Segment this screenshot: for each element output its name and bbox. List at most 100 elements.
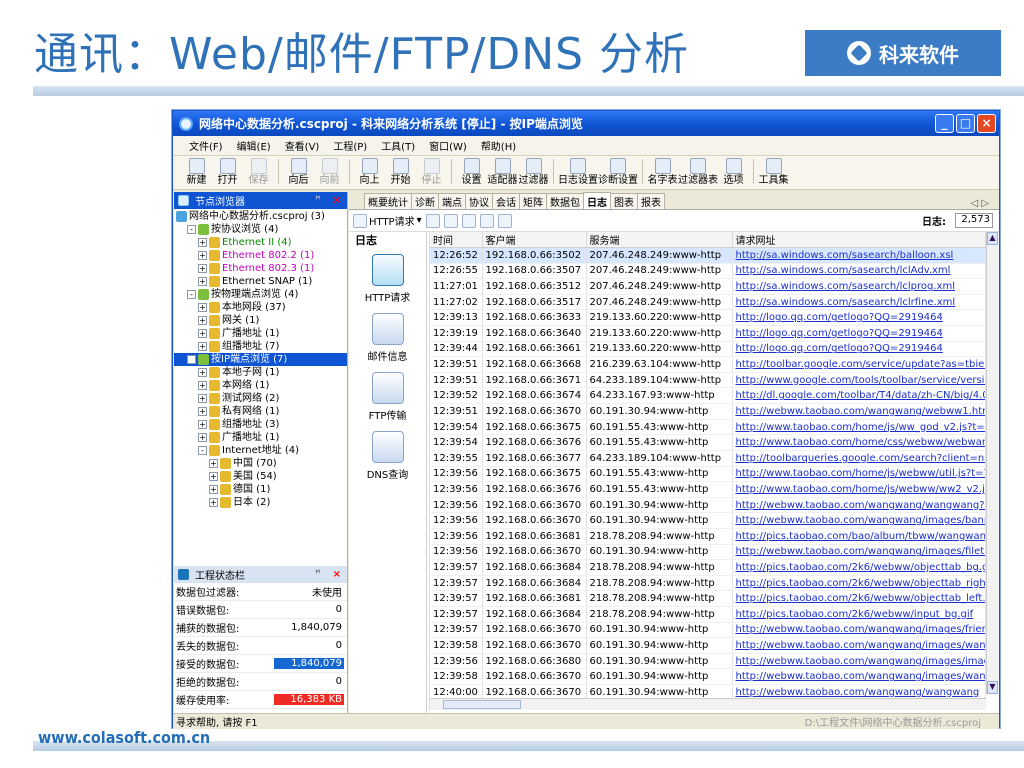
toolbar-stop-button[interactable]: 停止 bbox=[416, 156, 447, 186]
log-table-cell[interactable]: http://sa.windows.com/sasearch/balloon.x… bbox=[732, 247, 986, 264]
tree-expander-icon[interactable]: + bbox=[198, 264, 207, 273]
menu-item[interactable]: 工程(P) bbox=[333, 138, 367, 153]
log-table-row[interactable]: 12:26:55 192.168.0.66:3507 207.46.248.249:… bbox=[430, 263, 986, 280]
toolbar-filter-table-button[interactable]: 过滤器表 bbox=[678, 156, 718, 186]
tree-expander-icon[interactable]: + bbox=[209, 472, 218, 481]
log-category-0[interactable]: HTTP请求 bbox=[349, 251, 426, 307]
toolbar-log-settings-button[interactable]: 日志设置 bbox=[558, 156, 598, 186]
tree-expander-icon[interactable]: - bbox=[198, 446, 207, 455]
toolbar-save-button[interactable]: 保存 bbox=[243, 156, 274, 186]
maximize-button[interactable]: □ bbox=[956, 114, 975, 133]
log-table-header[interactable]: 请求网址 bbox=[732, 232, 986, 248]
log-table-cell[interactable]: http://webww.taobao.com/wangwang/images/… bbox=[732, 544, 986, 561]
tab-1[interactable]: 诊断 bbox=[411, 193, 439, 209]
log-table-row[interactable]: 12:39:51 192.168.0.66:3668 216.239.63.104:… bbox=[430, 356, 986, 373]
tree-node[interactable]: + 广播地址 (1) bbox=[174, 431, 347, 444]
tree-expander-icon[interactable]: + bbox=[198, 420, 207, 429]
log-table-cell[interactable]: http://toolbar.google.com/service/update… bbox=[732, 356, 986, 373]
log-table-row[interactable]: 12:39:56 192.168.0.66:3681 218.78.208.94:w… bbox=[430, 528, 986, 545]
tree-node[interactable]: - Internet地址 (4) bbox=[174, 444, 347, 457]
tab-4[interactable]: 会话 bbox=[492, 193, 520, 209]
tree-node[interactable]: 网络中心数据分析.cscproj (3) bbox=[174, 210, 347, 223]
log-table-row[interactable]: 12:39:57 192.168.0.66:3681 218.78.208.94:w… bbox=[430, 590, 986, 608]
toolbar-open-folder-button[interactable]: 打开 bbox=[212, 156, 243, 186]
log-table-row[interactable]: 11:27:02 192.168.0.66:3517 207.46.248.249:… bbox=[430, 294, 986, 311]
toolbar-options-button[interactable]: 选项 bbox=[718, 156, 749, 186]
log-table-cell[interactable]: http://toolbarqueries.google.com/search?… bbox=[732, 450, 986, 467]
tab-6[interactable]: 数据包 bbox=[546, 193, 584, 209]
log-table-row[interactable]: 12:39:56 192.168.0.66:3676 60.191.55.43:ww… bbox=[430, 481, 986, 498]
tree-expander-icon[interactable]: - bbox=[187, 355, 196, 364]
menu-item[interactable]: 文件(F) bbox=[189, 138, 223, 153]
tab-9[interactable]: 报表 bbox=[637, 193, 665, 209]
log-table-row[interactable]: 12:39:57 192.168.0.66:3670 60.191.30.94:ww… bbox=[430, 622, 986, 639]
tree-expander-icon[interactable]: + bbox=[198, 251, 207, 260]
toolbar-start-button[interactable]: 开始 bbox=[385, 156, 416, 186]
tree-expander-icon[interactable]: + bbox=[198, 342, 207, 351]
menu-item[interactable]: 查看(V) bbox=[285, 138, 320, 153]
log-table-row[interactable]: 12:39:56 192.168.0.66:3670 60.191.30.94:ww… bbox=[430, 512, 986, 529]
close-icon[interactable]: × bbox=[333, 569, 341, 580]
log-table-cell[interactable]: http://webww.taobao.com/wangwang/webww1.… bbox=[732, 403, 986, 420]
tree-expander-icon[interactable]: + bbox=[198, 277, 207, 286]
log-table-header[interactable]: 时间 bbox=[430, 232, 483, 248]
tree-node[interactable]: + 本网络 (1) bbox=[174, 379, 347, 392]
tree-node[interactable]: + Ethernet SNAP (1) bbox=[174, 275, 347, 288]
minimize-button[interactable]: _ bbox=[935, 114, 954, 133]
tree-node[interactable]: + Ethernet II (4) bbox=[174, 236, 347, 249]
pin-icon[interactable]: ꟸ bbox=[315, 195, 321, 206]
log-category-1[interactable]: 邮件信息 bbox=[349, 310, 426, 366]
tab-2[interactable]: 端点 bbox=[438, 193, 466, 209]
tree-expander-icon[interactable]: - bbox=[187, 290, 196, 299]
toolbar-settings-button[interactable]: 设置 bbox=[456, 156, 487, 186]
tree-node[interactable]: + 测试网络 (2) bbox=[174, 392, 347, 405]
tree-node[interactable]: + 网关 (1) bbox=[174, 314, 347, 327]
log-table-row[interactable]: 12:39:56 192.168.0.66:3675 60.191.55.43:ww… bbox=[430, 466, 986, 483]
log-table-cell[interactable]: http://webww.taobao.com/wangwang/images/… bbox=[732, 512, 986, 529]
toolbar-back-arrow-button[interactable]: 向后 bbox=[283, 156, 314, 186]
toolbar-up-arrow-button[interactable]: 向上 bbox=[354, 156, 385, 186]
tree-node[interactable]: + 日本 (2) bbox=[174, 496, 347, 509]
tree-expander-icon[interactable]: + bbox=[198, 368, 207, 377]
log-table-cell[interactable]: http://pics.taobao.com/bao/album/tbww/wa… bbox=[732, 528, 986, 545]
tree-expander-icon[interactable]: + bbox=[198, 394, 207, 403]
tab-scroll-icon[interactable]: ◁ ▷ bbox=[970, 198, 989, 209]
log-table-row[interactable]: 12:39:51 192.168.0.66:3670 60.191.30.94:ww… bbox=[430, 403, 986, 420]
log-table-row[interactable]: 12:39:54 192.168.0.66:3675 60.191.55.43:ww… bbox=[430, 419, 986, 436]
log-table-cell[interactable]: http://www.google.com/tools/toolbar/serv… bbox=[732, 372, 986, 389]
log-table-row[interactable]: 12:39:54 192.168.0.66:3676 60.191.55.43:ww… bbox=[430, 434, 986, 451]
refresh-icon[interactable] bbox=[497, 213, 512, 228]
log-table-row[interactable]: 12:39:58 192.168.0.66:3670 60.191.30.94:ww… bbox=[430, 637, 986, 654]
log-table-cell[interactable]: http://www.taobao.com/home/js/ww_god_v2.… bbox=[732, 419, 986, 436]
tab-8[interactable]: 图表 bbox=[610, 193, 638, 209]
tree-expander-icon[interactable]: + bbox=[198, 303, 207, 312]
tree-node[interactable]: + 本地网段 (37) bbox=[174, 301, 347, 314]
columns-icon[interactable] bbox=[461, 213, 476, 228]
toolbar-adapter-button[interactable]: 适配器 bbox=[487, 156, 518, 186]
log-table-row[interactable]: 12:39:13 192.168.0.66:3633 219.133.60.220:… bbox=[430, 309, 986, 327]
log-table-row[interactable]: 12:39:52 192.168.0.66:3674 64.233.167.93:w… bbox=[430, 387, 986, 405]
vertical-scrollbar[interactable]: ▲ ▼ bbox=[986, 232, 998, 694]
log-table-cell[interactable]: http://dl.google.com/toolbar/T4/data/zh-… bbox=[732, 387, 986, 405]
scroll-up-icon[interactable]: ▲ bbox=[987, 232, 998, 245]
log-table-cell[interactable]: http://webww.taobao.com/wangwang/images/… bbox=[732, 622, 986, 639]
toolbar-forward-arrow-button[interactable]: 向前 bbox=[314, 156, 345, 186]
tree-node[interactable]: + 美国 (54) bbox=[174, 470, 347, 483]
tree-expander-icon[interactable]: + bbox=[209, 498, 218, 507]
log-table-cell[interactable]: http://webww.taobao.com/wangwang/images/… bbox=[732, 637, 986, 654]
toolbar-filter-button[interactable]: 过滤器 bbox=[518, 156, 549, 186]
tree-node[interactable]: - 按IP端点浏览 (7) bbox=[174, 353, 347, 366]
log-table-cell[interactable]: http://logo.qq.com/getlogo?QQ=2919464 bbox=[732, 309, 986, 327]
tree-expander-icon[interactable]: + bbox=[198, 316, 207, 325]
log-category-3[interactable]: DNS查询 bbox=[349, 428, 426, 484]
log-table-cell[interactable]: http://www.taobao.com/home/js/webww/ww2_… bbox=[732, 481, 986, 498]
log-table-cell[interactable]: http://sa.windows.com/sasearch/lclAdv.xm… bbox=[732, 263, 986, 280]
log-table-row[interactable]: 12:39:56 192.168.0.66:3670 60.191.30.94:ww… bbox=[430, 544, 986, 561]
pin-icon[interactable]: ꟸ bbox=[315, 569, 321, 580]
tree-expander-icon[interactable]: + bbox=[198, 381, 207, 390]
copy-icon[interactable] bbox=[479, 213, 494, 228]
log-table-cell[interactable]: http://webww.taobao.com/wangwang/images/… bbox=[732, 668, 986, 686]
log-category-2[interactable]: FTP传输 bbox=[349, 369, 426, 425]
tree-expander-icon[interactable]: - bbox=[187, 225, 196, 234]
log-table-row[interactable]: 12:26:52 192.168.0.66:3502 207.46.248.249:… bbox=[430, 247, 986, 264]
